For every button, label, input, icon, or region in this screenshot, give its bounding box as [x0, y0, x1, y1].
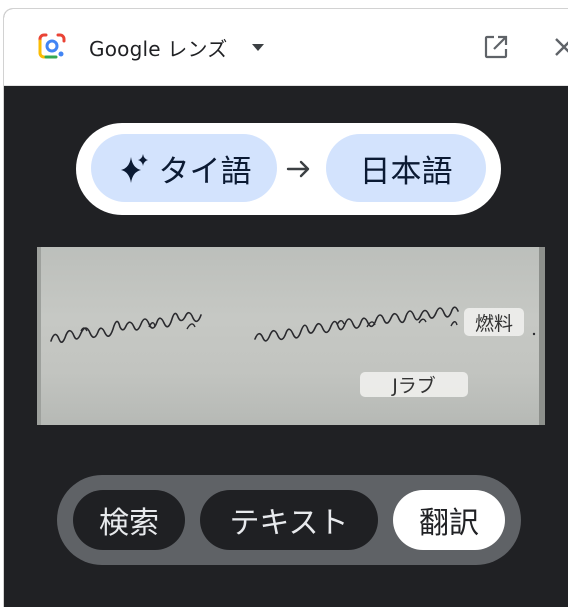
title-bar: Google レンズ — [4, 9, 568, 86]
close-icon[interactable] — [550, 33, 568, 61]
app-title: Google レンズ — [89, 37, 228, 61]
google-lens-logo-icon — [38, 33, 66, 59]
mode-switcher: 検索 テキスト 翻訳 — [57, 475, 521, 565]
target-language-button[interactable]: 日本語 — [326, 134, 486, 202]
translation-overlay[interactable]: 燃料 — [464, 308, 524, 336]
captured-image: 燃料 Jラブ — [37, 247, 545, 425]
source-language-button[interactable]: タイ語 — [91, 134, 277, 202]
lens-window: Google レンズ タイ語 日本語 燃料 Jラブ 検索 テキスト 翻訳 — [3, 8, 568, 607]
source-language-label: タイ語 — [158, 153, 252, 190]
chevron-down-icon[interactable] — [248, 37, 268, 57]
translation-overlay[interactable]: Jラブ — [360, 372, 468, 397]
target-language-label: 日本語 — [359, 153, 453, 190]
translate-mode-button[interactable]: 翻訳 — [393, 490, 505, 550]
open-in-new-icon[interactable] — [482, 33, 510, 61]
arrow-right-icon — [286, 160, 310, 178]
search-mode-button[interactable]: 検索 — [73, 490, 185, 550]
language-selector: タイ語 日本語 — [76, 123, 501, 215]
text-mode-button[interactable]: テキスト — [200, 490, 378, 550]
sparkle-icon — [120, 154, 148, 183]
handwriting-image — [50, 306, 536, 343]
